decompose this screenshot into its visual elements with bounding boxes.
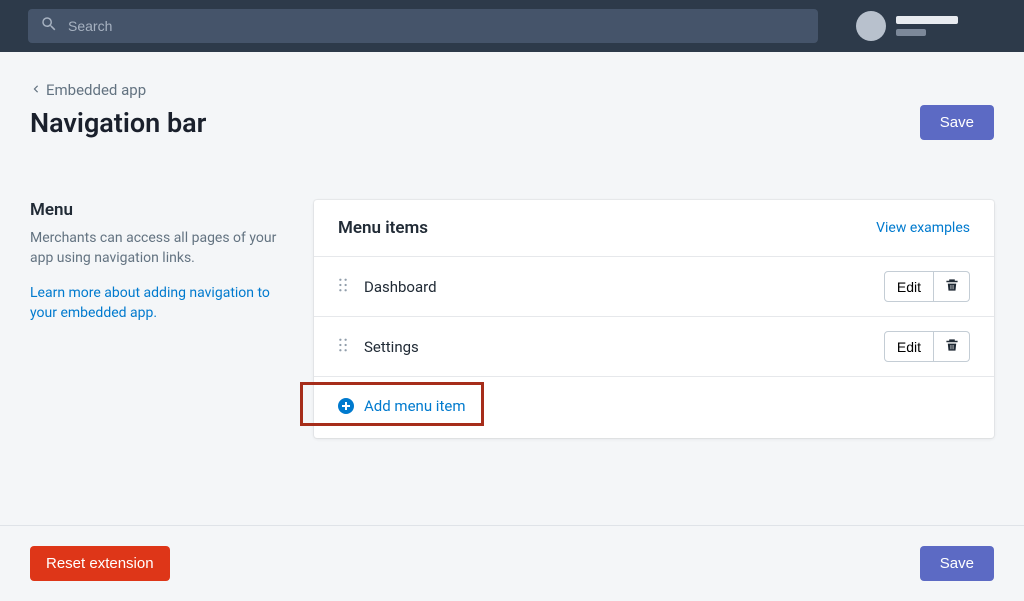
delete-button[interactable] [934, 271, 970, 302]
edit-button[interactable]: Edit [884, 271, 934, 302]
chevron-left-icon [30, 81, 42, 99]
search-field-wrap[interactable] [28, 9, 818, 43]
menu-item-row: Settings Edit [314, 317, 994, 377]
card-title: Menu items [338, 218, 428, 238]
search-input[interactable] [68, 18, 806, 34]
trash-icon [945, 278, 959, 295]
drag-handle-icon[interactable] [338, 337, 352, 356]
save-button[interactable]: Save [920, 105, 994, 140]
reset-extension-button[interactable]: Reset extension [30, 546, 170, 581]
add-menu-item-button[interactable]: Add menu item [338, 397, 465, 415]
menu-item-row: Dashboard Edit [314, 257, 994, 317]
menu-items-card: Menu items View examples Dashboard Edit [314, 200, 994, 438]
page-footer: Reset extension Save [0, 525, 1024, 601]
search-icon [40, 15, 68, 37]
top-bar [0, 0, 1024, 52]
footer-save-button[interactable]: Save [920, 546, 994, 581]
drag-handle-icon[interactable] [338, 277, 352, 296]
trash-icon [945, 338, 959, 355]
edit-button[interactable]: Edit [884, 331, 934, 362]
menu-item-label: Settings [364, 338, 884, 356]
user-name-placeholder [896, 16, 958, 36]
breadcrumb-back[interactable]: Embedded app [30, 81, 146, 99]
delete-button[interactable] [934, 331, 970, 362]
learn-more-link[interactable]: Learn more about adding navigation to yo… [30, 283, 290, 324]
view-examples-link[interactable]: View examples [876, 218, 970, 238]
plus-circle-icon [338, 398, 354, 414]
user-menu[interactable] [856, 11, 958, 41]
menu-item-label: Dashboard [364, 278, 884, 296]
add-menu-item-label: Add menu item [364, 397, 465, 415]
avatar [856, 11, 886, 41]
breadcrumb-label: Embedded app [46, 81, 146, 99]
side-section-title: Menu [30, 200, 290, 220]
side-section-description: Merchants can access all pages of your a… [30, 228, 290, 269]
page-title: Navigation bar [30, 107, 206, 139]
